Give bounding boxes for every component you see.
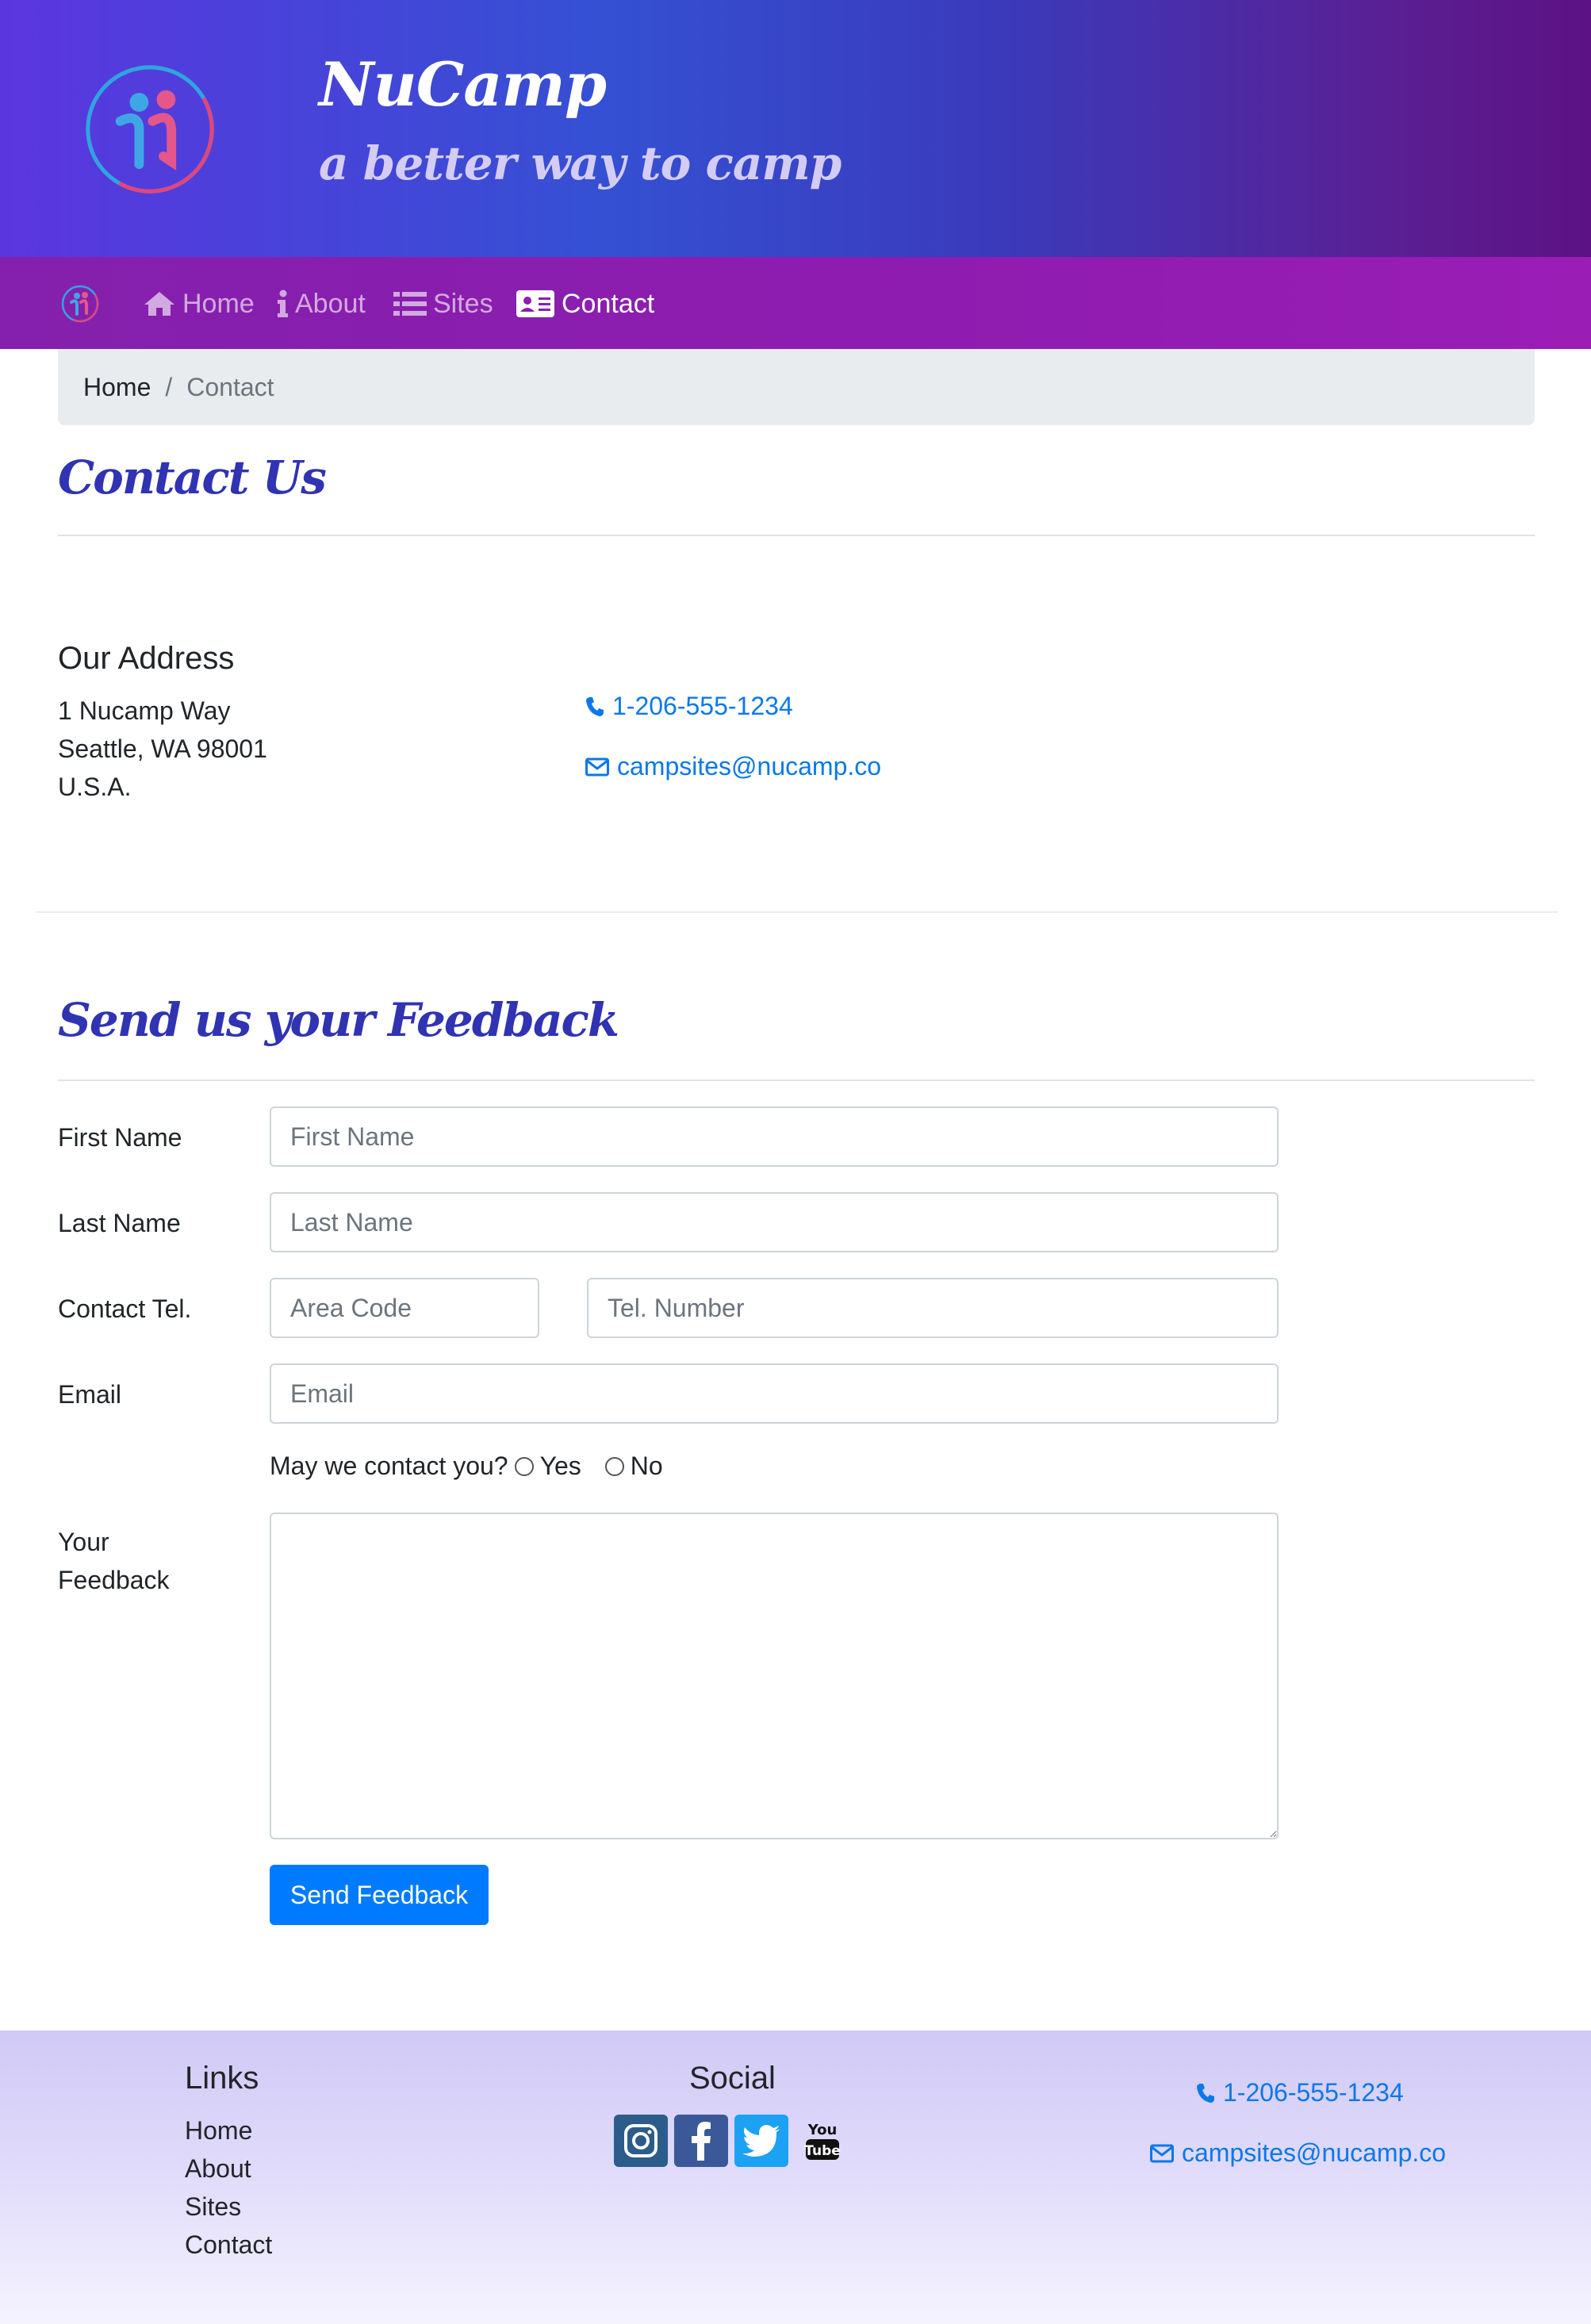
phone-icon — [586, 696, 604, 716]
address-line: Seattle, WA 98001 — [58, 734, 267, 763]
breadcrumb-home[interactable]: Home — [83, 373, 151, 402]
contact-permission-question: May we contact you? — [270, 1452, 508, 1480]
divider — [58, 1080, 1535, 1081]
feedback-label-line: Feedback — [58, 1566, 170, 1594]
feedback-label: Your Feedback — [58, 1523, 170, 1599]
first-name-label: First Name — [58, 1123, 182, 1152]
footer-links-heading: Links — [185, 2061, 259, 2096]
footer-social-heading: Social — [689, 2061, 776, 2096]
contact-email-text: campsites@nucamp.co — [617, 752, 882, 780]
envelope-icon — [1150, 2144, 1174, 2162]
divider — [58, 535, 1535, 536]
facebook-button[interactable] — [674, 2115, 728, 2167]
address-line: U.S.A. — [58, 773, 132, 801]
nav-contact-label: Contact — [562, 288, 655, 319]
send-feedback-button[interactable]: Send Feedback — [270, 1865, 489, 1925]
contact-tel-label: Contact Tel. — [58, 1294, 192, 1323]
nucamp-logo — [86, 65, 214, 194]
header-jumbotron: NuCamp a better way to camp — [0, 0, 1591, 257]
nav-home-label: Home — [182, 288, 255, 319]
footer-link-contact[interactable]: Contact — [185, 2230, 272, 2260]
instagram-button[interactable] — [614, 2115, 668, 2167]
address-heading: Our Address — [58, 641, 235, 676]
feedback-label-line: Your — [58, 1528, 109, 1556]
footer-email-text: campsites@nucamp.co — [1182, 2138, 1447, 2167]
breadcrumb-separator: / — [165, 372, 173, 401]
breadcrumb-current: Contact — [186, 372, 274, 401]
youtube-icon: You Tube — [804, 2122, 841, 2160]
contact-us-heading: Contact Us — [58, 451, 327, 504]
contact-permission-row: May we contact you? Yes No — [270, 1452, 663, 1481]
home-icon — [144, 292, 174, 316]
radio-yes[interactable] — [514, 1456, 534, 1476]
contact-phone-link[interactable]: 1-206-555-1234 — [585, 692, 793, 721]
breadcrumb: Home / Contact — [58, 349, 1535, 425]
contact-phone-text: 1-206-555-1234 — [612, 692, 793, 720]
contact-email-link[interactable]: campsites@nucamp.co — [585, 752, 881, 781]
nav-about[interactable]: About — [276, 284, 366, 324]
address-line: 1 Nucamp Way — [58, 696, 231, 725]
section-divider — [36, 911, 1558, 913]
footer-phone-text: 1-206-555-1234 — [1223, 2078, 1404, 2107]
envelope-icon — [585, 757, 609, 776]
email-input[interactable] — [270, 1363, 1279, 1424]
navbar-logo[interactable] — [60, 284, 100, 324]
footer-email-link[interactable]: campsites@nucamp.co — [1150, 2138, 1446, 2168]
nav-about-label: About — [295, 288, 366, 319]
footer-link-about[interactable]: About — [185, 2154, 251, 2184]
feedback-textarea[interactable] — [270, 1513, 1279, 1839]
svg-text:Tube: Tube — [804, 2143, 841, 2159]
email-label: Email — [58, 1380, 122, 1409]
first-name-input[interactable] — [270, 1106, 1279, 1167]
tel-number-input[interactable] — [587, 1278, 1279, 1338]
site-tagline: a better way to camp — [319, 136, 842, 190]
nav-contact[interactable]: Contact — [516, 284, 654, 324]
last-name-input[interactable] — [270, 1192, 1279, 1252]
nav-home[interactable]: Home — [143, 284, 255, 324]
youtube-button[interactable]: You Tube — [795, 2115, 850, 2167]
address-card-icon — [516, 290, 554, 317]
nav-sites[interactable]: Sites — [393, 284, 493, 324]
svg-text:You: You — [807, 2122, 838, 2138]
facebook-icon — [692, 2122, 711, 2161]
twitter-button[interactable] — [734, 2115, 788, 2167]
info-icon — [278, 290, 288, 317]
phone-icon — [1197, 2083, 1214, 2103]
area-code-input[interactable] — [270, 1278, 539, 1338]
nav-sites-label: Sites — [433, 288, 493, 319]
last-name-label: Last Name — [58, 1209, 181, 1237]
footer-phone-link[interactable]: 1-206-555-1234 — [1196, 2078, 1404, 2107]
feedback-heading: Send us your Feedback — [58, 993, 619, 1047]
list-icon — [393, 292, 427, 316]
radio-no-label: No — [630, 1452, 663, 1480]
instagram-icon — [624, 2124, 657, 2157]
footer-link-sites[interactable]: Sites — [185, 2192, 241, 2222]
radio-yes-label: Yes — [539, 1452, 581, 1480]
footer-link-home[interactable]: Home — [185, 2116, 252, 2146]
radio-no[interactable] — [604, 1456, 624, 1476]
twitter-icon — [742, 2125, 780, 2157]
site-title: NuCamp — [319, 49, 607, 120]
